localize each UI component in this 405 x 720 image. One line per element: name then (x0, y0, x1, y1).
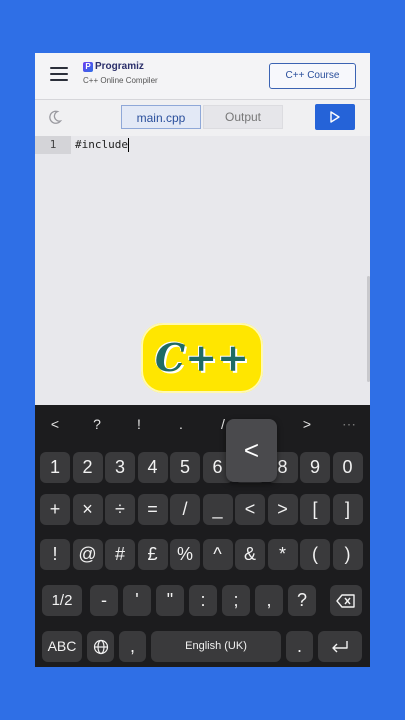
keyboard-key[interactable]: , (255, 585, 283, 616)
keyboard-key[interactable]: × (72, 494, 103, 525)
keyboard-key[interactable]: & (235, 539, 265, 570)
keyboard-key[interactable]: / (170, 494, 200, 525)
keyboard-key[interactable]: + (40, 494, 70, 525)
keyboard-key[interactable]: 2 (72, 452, 103, 483)
tab-main-cpp[interactable]: main.cpp (121, 105, 201, 129)
backspace-icon (336, 594, 355, 608)
code-text: #include (75, 138, 128, 151)
keyboard-key[interactable]: [ (300, 494, 330, 525)
keyboard-key[interactable]: = (137, 494, 168, 525)
keyboard-key[interactable]: £ (137, 539, 168, 570)
keyboard-key[interactable]: ] (332, 494, 363, 525)
key-preview-popup: < (226, 419, 277, 482)
enter-icon (332, 641, 348, 653)
keyboard-key[interactable]: * (267, 539, 298, 570)
keyboard-key[interactable]: < (235, 494, 265, 525)
suggestion-key[interactable]: ? (87, 415, 107, 433)
line-number: 1 (35, 136, 71, 154)
editor-toolbar: main.cpp Output (35, 99, 370, 137)
brand[interactable]: P Programiz C++ Online Compiler (83, 61, 158, 85)
keyboard-key[interactable]: ( (300, 539, 330, 570)
keyboard-key[interactable]: % (170, 539, 200, 570)
keyboard-key[interactable]: 4 (137, 452, 168, 483)
keyboard-key[interactable]: - (90, 585, 118, 616)
keyboard-key[interactable]: 5 (170, 452, 200, 483)
suggestion-key[interactable]: . (171, 415, 191, 433)
keyboard-key[interactable]: # (105, 539, 135, 570)
menu-icon[interactable] (50, 67, 70, 83)
more-icon[interactable]: ⋯ (339, 415, 359, 433)
keyboard-key[interactable]: 3 (105, 452, 135, 483)
app-header: P Programiz C++ Online Compiler C++ Cour… (35, 53, 370, 99)
keyboard-key[interactable]: ! (40, 539, 70, 570)
backspace-key[interactable] (330, 585, 362, 616)
keyboard-key[interactable]: ' (123, 585, 151, 616)
cpp-badge: C++ (141, 323, 263, 393)
suggestion-key[interactable]: < (45, 415, 65, 433)
keyboard-key[interactable]: 1/2 (42, 585, 82, 616)
keyboard-key[interactable]: ) (332, 539, 363, 570)
suggestion-row: < ? ! . / > ⋯ (35, 405, 370, 443)
brand-name: P Programiz (83, 61, 158, 72)
programiz-logo-icon: P (83, 61, 93, 72)
brand-subtitle: C++ Online Compiler (83, 76, 158, 85)
editor-scrollbar[interactable] (367, 276, 370, 382)
tab-output[interactable]: Output (203, 105, 283, 129)
keyboard-key[interactable]: ; (222, 585, 250, 616)
keyboard-key[interactable]: 9 (300, 452, 330, 483)
enter-key[interactable] (318, 631, 362, 662)
moon-icon[interactable] (47, 109, 63, 125)
period-key[interactable]: . (286, 631, 313, 662)
space-key[interactable]: English (UK) (151, 631, 281, 662)
keyboard-key[interactable]: " (156, 585, 184, 616)
code-line[interactable]: #include (75, 136, 129, 154)
keyboard-key[interactable]: : (189, 585, 217, 616)
play-icon (330, 111, 340, 123)
abc-key[interactable]: ABC (42, 631, 82, 662)
keyboard-key[interactable]: _ (202, 494, 233, 525)
keyboard-key[interactable]: ? (288, 585, 316, 616)
comma-key[interactable]: , (119, 631, 146, 662)
app-screen: P Programiz C++ Online Compiler C++ Cour… (35, 53, 370, 667)
keyboard-key[interactable]: > (267, 494, 298, 525)
suggestion-key[interactable]: ! (129, 415, 149, 433)
globe-icon (93, 639, 108, 655)
keyboard-key[interactable]: ^ (202, 539, 233, 570)
globe-key[interactable] (87, 631, 114, 662)
keyboard-key[interactable]: 0 (332, 452, 363, 483)
run-button[interactable] (315, 104, 355, 130)
course-button[interactable]: C++ Course (269, 63, 356, 89)
suggestion-key[interactable]: > (297, 415, 317, 433)
brand-name-text: Programiz (95, 61, 144, 72)
keyboard-key[interactable]: 1 (40, 452, 70, 483)
keyboard-key[interactable]: @ (72, 539, 103, 570)
text-cursor (127, 138, 129, 152)
on-screen-keyboard: < ? ! . / > ⋯ 1234567890 +×÷=/_<>[] !@#£… (35, 405, 370, 667)
keyboard-key[interactable]: ÷ (105, 494, 135, 525)
